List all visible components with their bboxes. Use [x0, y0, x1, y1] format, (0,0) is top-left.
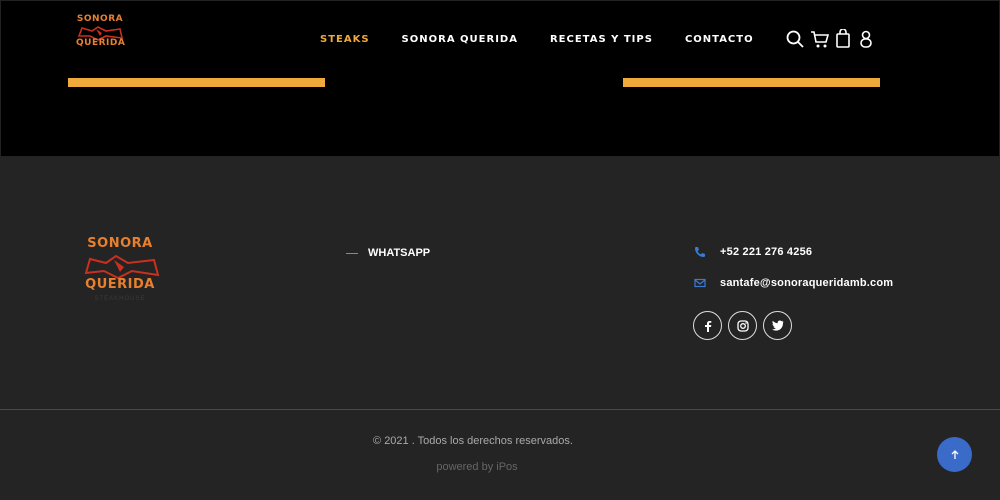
scroll-to-top-button[interactable] [937, 437, 972, 472]
accent-bar-right [623, 78, 880, 87]
twitter-icon[interactable] [763, 311, 792, 340]
main-nav: STEAKS SONORA QUERIDA RECETAS Y TIPS CON… [320, 34, 754, 45]
bag-icon[interactable] [834, 28, 852, 49]
email-address: santafe@sonoraqueridamb.com [720, 277, 894, 289]
facebook-icon[interactable] [693, 311, 722, 340]
user-icon[interactable] [858, 29, 876, 49]
dash-divider [346, 252, 358, 254]
logo-line2: QUERIDA [76, 38, 126, 48]
accent-bar-left [68, 78, 325, 87]
footer-logo-line2: QUERIDA [85, 277, 155, 292]
social-links [693, 311, 792, 340]
phone-icon [695, 247, 705, 257]
logo-line1: SONORA [76, 14, 124, 24]
footer-logo-line1: SONORA [87, 236, 153, 251]
nav-recetas-y-tips[interactable]: RECETAS Y TIPS [550, 34, 653, 45]
phone-row[interactable]: +52 221 276 4256 [694, 246, 812, 258]
whatsapp-link[interactable]: WHATSAPP [346, 247, 430, 259]
footer-bottom [0, 409, 1000, 500]
nav-steaks[interactable]: STEAKS [320, 34, 370, 45]
header-logo[interactable]: SONORA QUERIDA [76, 14, 126, 60]
nav-contacto[interactable]: CONTACTO [685, 34, 754, 45]
search-icon[interactable] [786, 29, 804, 49]
copyright-text: © 2021 . Todos los derechos reservados. [373, 435, 573, 447]
mail-icon [694, 278, 706, 288]
arrow-up-icon [951, 449, 958, 459]
phone-number: +52 221 276 4256 [720, 246, 813, 258]
nav-sonora-querida[interactable]: SONORA QUERIDA [402, 34, 518, 45]
cart-icon[interactable] [810, 29, 830, 49]
email-row[interactable]: santafe@sonoraqueridamb.com [694, 277, 893, 289]
whatsapp-label: WHATSAPP [368, 247, 431, 259]
powered-by-link[interactable]: powered by iPos [0, 461, 954, 473]
footer-logo[interactable]: SONORA QUERIDA STEAKHOUSE [82, 236, 162, 326]
header-icons [786, 28, 876, 49]
instagram-icon[interactable] [728, 311, 757, 340]
footer-logo-tagline: STEAKHOUSE [94, 296, 146, 302]
